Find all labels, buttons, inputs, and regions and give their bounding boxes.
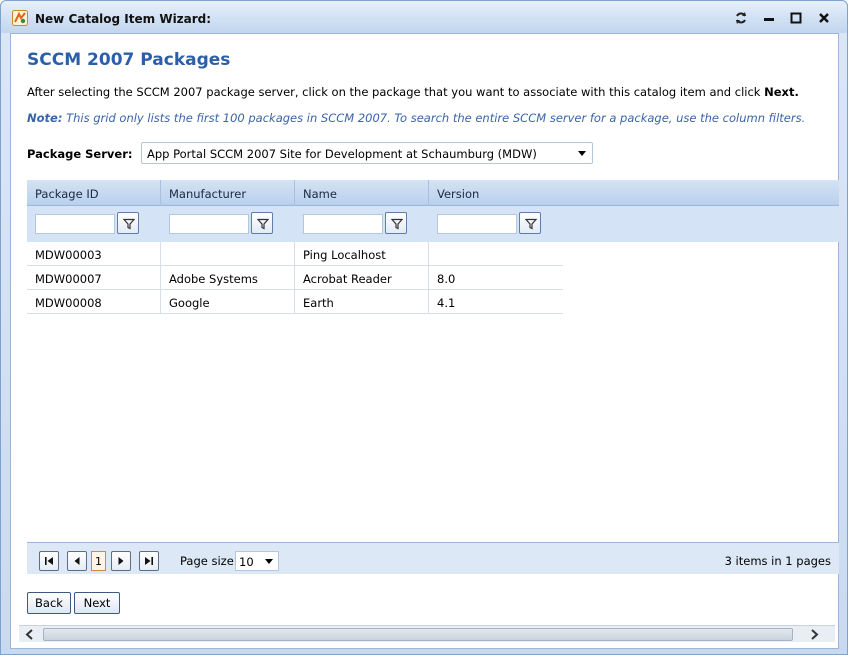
grid-note: Note: This grid only lists the first 100… [27,111,805,125]
grid-header: Package ID Manufacturer Name Version [27,180,839,206]
refresh-icon[interactable] [733,10,749,26]
note-label: Note: [27,111,63,125]
chevron-down-icon [578,151,586,156]
column-header-manufacturer[interactable]: Manufacturer [161,180,295,206]
note-text: This grid only lists the first 100 packa… [62,111,806,125]
filter-input-manufacturer[interactable] [169,214,249,234]
maximize-icon[interactable] [788,10,804,26]
page-size-value: 10 [239,555,254,569]
scroll-left-icon[interactable] [23,628,37,641]
table-row[interactable]: MDW00003 Ping Localhost [27,242,563,266]
last-page-icon[interactable] [139,551,159,571]
filter-input-version[interactable] [437,214,517,234]
cell-manufacturer: Google [161,290,295,314]
instructions-text: After selecting the SCCM 2007 package se… [27,85,799,99]
close-icon[interactable] [816,10,832,26]
filter-input-name[interactable] [303,214,383,234]
wizard-window: New Catalog Item Wizard: SCCM 2007 Packa… [0,0,848,655]
instructions-next: Next. [764,85,799,99]
page-size-dropdown[interactable]: 10 [235,551,279,571]
filter-funnel-icon[interactable] [117,212,139,234]
horizontal-scrollbar[interactable] [19,625,835,642]
scrollbar-thumb[interactable] [43,628,793,641]
next-button[interactable]: Next [74,592,120,614]
next-page-icon[interactable] [111,551,131,571]
window-title: New Catalog Item Wizard: [35,12,212,26]
scroll-right-icon[interactable] [807,628,821,641]
page-size-label: Page size: [180,554,238,568]
filter-funnel-icon[interactable] [251,212,273,234]
package-server-label: Package Server: [27,147,133,161]
column-header-name[interactable]: Name [295,180,429,206]
cell-package-id: MDW00003 [27,242,161,266]
cell-name: Ping Localhost [295,242,429,266]
filter-row [27,206,839,242]
column-header-version[interactable]: Version [429,180,563,206]
cell-package-id: MDW00007 [27,266,161,290]
chevron-down-icon [265,559,273,564]
packages-grid: Package ID Manufacturer Name Version MDW… [27,180,839,574]
table-row[interactable]: MDW00008 Google Earth 4.1 [27,290,563,314]
column-header-package-id[interactable]: Package ID [27,180,161,206]
filter-funnel-icon[interactable] [519,212,541,234]
cell-version [429,242,563,266]
first-page-icon[interactable] [39,551,59,571]
cell-name: Earth [295,290,429,314]
package-server-value: App Portal SCCM 2007 Site for Developmen… [147,147,537,161]
filter-input-package-id[interactable] [35,214,115,234]
instructions-body: After selecting the SCCM 2007 package se… [27,85,765,99]
table-row[interactable]: MDW00007 Adobe Systems Acrobat Reader 8.… [27,266,563,290]
cell-name: Acrobat Reader [295,266,429,290]
pager-info: 3 items in 1 pages [724,554,831,568]
wizard-content: SCCM 2007 Packages After selecting the S… [10,33,839,649]
page-title: SCCM 2007 Packages [27,50,231,70]
cell-package-id: MDW00008 [27,290,161,314]
title-bar: New Catalog Item Wizard: [1,1,847,33]
package-server-dropdown[interactable]: App Portal SCCM 2007 Site for Developmen… [141,142,593,164]
cell-version: 4.1 [437,296,456,310]
cell-manufacturer: Adobe Systems [161,266,295,290]
page-number-button[interactable]: 1 [91,551,106,571]
cell-manufacturer [161,242,295,266]
filter-funnel-icon[interactable] [385,212,407,234]
grid-pager: 1 Page size: 10 3 items in 1 pages [27,542,839,574]
cell-version: 8.0 [437,272,456,286]
back-button[interactable]: Back [27,592,71,614]
previous-page-icon[interactable] [67,551,87,571]
catalog-wizard-icon [12,10,28,26]
minimize-icon[interactable] [761,10,777,26]
